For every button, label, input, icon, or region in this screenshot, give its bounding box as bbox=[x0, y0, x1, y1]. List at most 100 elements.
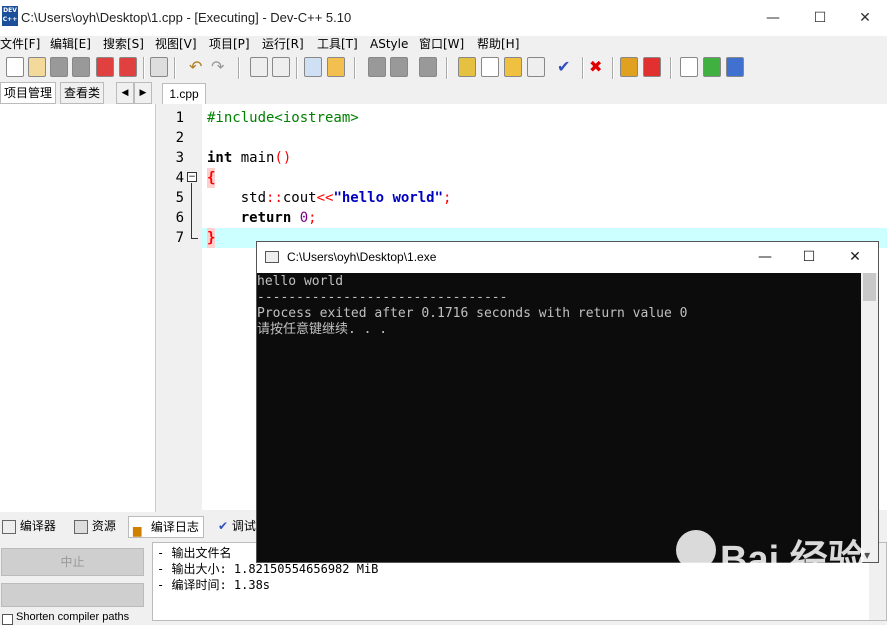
debug-check-icon: ✔ bbox=[218, 519, 229, 533]
stop-execution-icon[interactable]: ✖ bbox=[589, 57, 607, 77]
compile-run-icon[interactable] bbox=[504, 57, 522, 77]
syntax-check-icon[interactable]: ✔ bbox=[557, 57, 575, 77]
line-number: 3 bbox=[175, 150, 184, 166]
close-file-icon[interactable] bbox=[96, 57, 114, 77]
code-line-1: #include<iostream> bbox=[207, 110, 359, 126]
menu-window[interactable]: 窗口[W] bbox=[419, 36, 464, 52]
code-line-4: { bbox=[207, 168, 216, 188]
tab-scroll-right-icon[interactable]: ▶ bbox=[134, 82, 152, 104]
tab-resources[interactable]: 资源 bbox=[74, 516, 116, 538]
tab-class-browser[interactable]: 查看类 bbox=[60, 82, 105, 104]
code-line-3: int main() bbox=[207, 150, 292, 166]
save-icon[interactable] bbox=[50, 57, 68, 77]
maximize-button[interactable]: ☐ bbox=[800, 4, 840, 32]
redo-icon[interactable]: ↷ bbox=[211, 57, 229, 77]
code-line-6: return 0; bbox=[207, 210, 317, 226]
line-number: 1 bbox=[175, 110, 184, 126]
menu-search[interactable]: 搜索[S] bbox=[103, 36, 144, 52]
tab-debug[interactable]: ✔ 调试 bbox=[218, 516, 256, 538]
console-line: -------------------------------- bbox=[257, 290, 508, 305]
menu-project[interactable]: 项目[P] bbox=[209, 36, 250, 52]
watermark-text: Bai 经验 bbox=[720, 539, 866, 581]
save-all-icon[interactable] bbox=[72, 57, 90, 77]
devcpp-app-icon: DEV C++ bbox=[2, 6, 18, 26]
line-number: 7 bbox=[175, 230, 184, 246]
shorten-paths-label: Shorten compiler paths bbox=[16, 611, 130, 623]
bookmark-icon[interactable] bbox=[419, 57, 437, 77]
compiler-grid-icon bbox=[2, 519, 16, 534]
log-line: - 输出文件名 bbox=[157, 546, 232, 560]
menu-tools[interactable]: 工具[T] bbox=[317, 36, 358, 52]
console-minimize-button[interactable]: — bbox=[743, 242, 787, 273]
line-number: 6 bbox=[175, 210, 184, 226]
find-icon[interactable] bbox=[250, 57, 268, 77]
paw-logo-icon bbox=[676, 530, 716, 570]
line-gutter: 1 2 3 4 5 6 7 − bbox=[160, 104, 202, 510]
title-bar: DEV C++ C:\Users\oyh\Desktop\1.cpp - [Ex… bbox=[0, 0, 887, 36]
tab-compile-log[interactable]: ▆ 编译日志 bbox=[128, 516, 204, 538]
tab-compiler[interactable]: 编译器 bbox=[2, 516, 56, 538]
log-line: - 输出大小: 1.82150554656982 MiB bbox=[157, 562, 379, 576]
resources-icon bbox=[74, 519, 88, 534]
rebuild-icon[interactable] bbox=[527, 57, 545, 77]
console-line: 请按任意键继续. . . bbox=[257, 322, 388, 337]
left-tab-bar: 项目管理 查看类 ◀ ▶ bbox=[0, 82, 156, 104]
new-file-icon[interactable] bbox=[6, 57, 24, 77]
window-title: C:\Users\oyh\Desktop\1.cpp - [Executing]… bbox=[21, 10, 352, 25]
console-app-icon bbox=[265, 251, 279, 263]
console-line: hello world bbox=[257, 274, 344, 289]
project-pane bbox=[0, 82, 156, 512]
indent-icon[interactable] bbox=[304, 57, 322, 77]
replace-icon[interactable] bbox=[272, 57, 290, 77]
stop-button[interactable]: 中止 bbox=[1, 548, 144, 576]
console-scrollbar[interactable]: ▼ bbox=[861, 273, 878, 562]
console-maximize-button[interactable]: ☐ bbox=[787, 242, 831, 273]
compile-icon[interactable] bbox=[458, 57, 476, 77]
console-line: Process exited after 0.1716 seconds with… bbox=[257, 306, 688, 321]
toggle-bookmark-icon[interactable] bbox=[368, 57, 386, 77]
console-window[interactable]: C:\Users\oyh\Desktop\1.exe — ☐ ✕ hello w… bbox=[256, 241, 879, 563]
console-scroll-thumb[interactable] bbox=[863, 273, 876, 301]
console-title-bar: C:\Users\oyh\Desktop\1.exe — ☐ ✕ bbox=[257, 242, 878, 273]
console-close-button[interactable]: ✕ bbox=[833, 242, 877, 273]
watermark-url: jingyan.baidu.com bbox=[682, 578, 795, 594]
baidu-jingyan-watermark: Bai 经验 jingyan.baidu.com bbox=[672, 520, 882, 610]
menu-view[interactable]: 视图[V] bbox=[155, 36, 197, 52]
code-line-7: } bbox=[207, 228, 216, 248]
run-icon[interactable] bbox=[481, 57, 499, 77]
line-number: 5 bbox=[175, 190, 184, 206]
secondary-button[interactable] bbox=[1, 583, 144, 607]
help-book-icon[interactable] bbox=[726, 57, 744, 77]
menu-help[interactable]: 帮助[H] bbox=[477, 36, 519, 52]
goto-bookmark-icon[interactable] bbox=[390, 57, 408, 77]
log-line: - 编译时间: 1.38s bbox=[157, 578, 271, 592]
minimize-button[interactable]: — bbox=[753, 4, 793, 32]
menu-astyle[interactable]: AStyle bbox=[370, 36, 408, 52]
unindent-icon[interactable] bbox=[327, 57, 345, 77]
fold-line bbox=[191, 183, 192, 238]
close-all-icon[interactable] bbox=[119, 57, 137, 77]
close-button[interactable]: ✕ bbox=[845, 4, 885, 32]
menu-run[interactable]: 运行[R] bbox=[262, 36, 304, 52]
open-file-icon[interactable] bbox=[28, 57, 46, 77]
tab-scroll-left-icon[interactable]: ◀ bbox=[116, 82, 134, 104]
undo-icon[interactable]: ↶ bbox=[189, 57, 207, 77]
fold-collapse-icon[interactable]: − bbox=[187, 172, 197, 182]
menu-edit[interactable]: 编辑[E] bbox=[50, 36, 91, 52]
editor-tab-bar: 1.cpp bbox=[160, 82, 887, 104]
menu-file[interactable]: 文件[F] bbox=[0, 36, 40, 52]
menu-bar: 文件[F] 编辑[E] 搜索[S] 视图[V] 项目[P] 运行[R] 工具[T… bbox=[0, 36, 887, 54]
shorten-paths-checkbox[interactable] bbox=[2, 614, 13, 625]
line-number: 2 bbox=[175, 130, 184, 146]
delete-profile-icon[interactable] bbox=[643, 57, 661, 77]
compile-log-chart-icon: ▆ bbox=[133, 523, 142, 537]
line-number: 4 bbox=[175, 170, 184, 186]
print-icon[interactable] bbox=[150, 57, 168, 77]
tab-1cpp[interactable]: 1.cpp bbox=[162, 83, 206, 104]
tab-project-manager[interactable]: 项目管理 bbox=[0, 82, 57, 104]
debug-icon[interactable] bbox=[703, 57, 721, 77]
code-line-5: std::cout<<"hello world"; bbox=[207, 190, 452, 206]
goto-line-icon[interactable] bbox=[680, 57, 698, 77]
console-title: C:\Users\oyh\Desktop\1.exe bbox=[287, 250, 437, 264]
profile-icon[interactable] bbox=[620, 57, 638, 77]
